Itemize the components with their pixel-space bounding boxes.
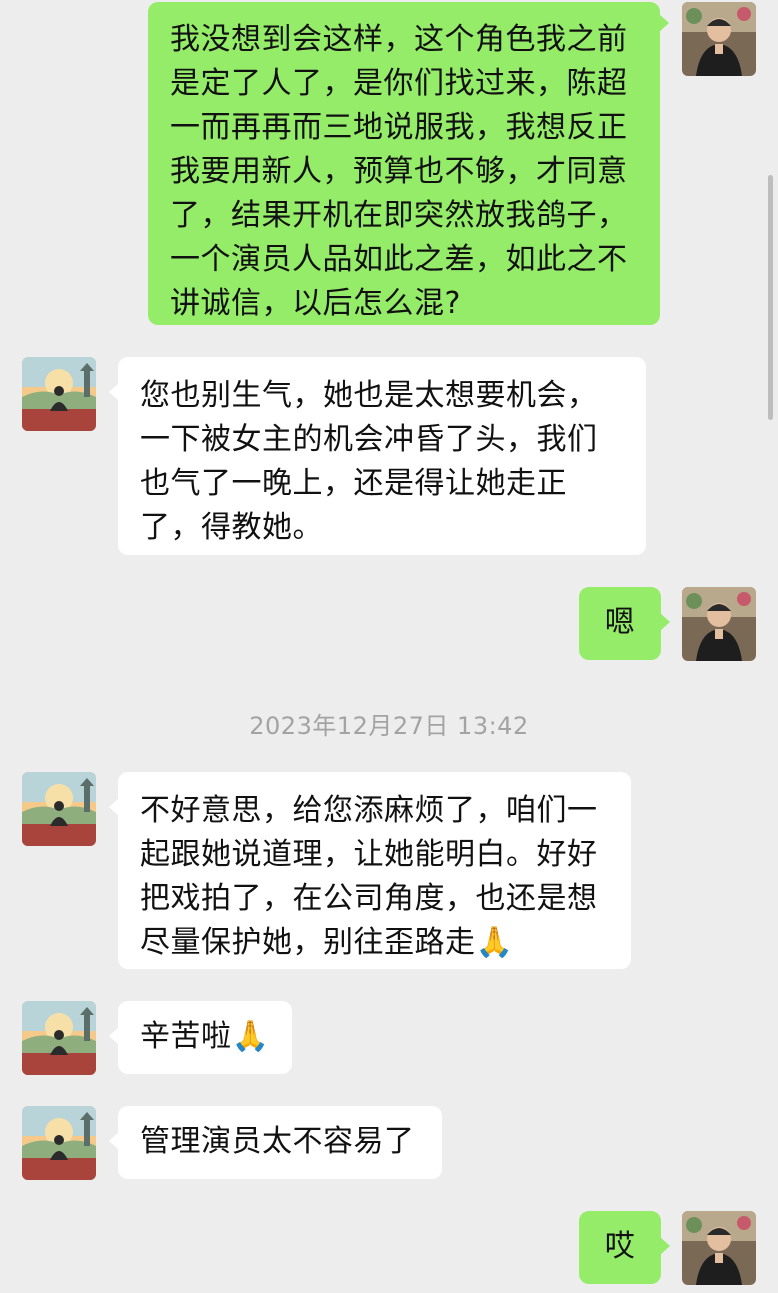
message-text: 哎 <box>604 1229 636 1264</box>
man-avatar-icon <box>682 587 756 661</box>
message-bubble-received[interactable]: 辛苦啦🙏 <box>109 1001 292 1074</box>
contact-avatar[interactable] <box>22 1001 96 1075</box>
message-text: 嗯 <box>604 605 636 640</box>
man-avatar-icon <box>682 1211 756 1285</box>
man-avatar-icon <box>682 2 756 76</box>
meditation-avatar-icon <box>22 357 96 431</box>
meditation-avatar-icon <box>22 1001 96 1075</box>
message-bubble-sent[interactable]: 我没想到会这样，这个角色我之前是定了人了，是你们找过来，陈超一而再再而三地说服我… <box>148 2 669 325</box>
message-bubble-received[interactable]: 管理演员太不容易了 <box>109 1106 442 1179</box>
message-text: 不好意思，给您添麻烦了，咱们一起跟她说道理，让她能明白。好好把戏拍了，在公司角度… <box>140 793 598 960</box>
message-text: 辛苦啦🙏 <box>140 1019 270 1054</box>
scrollbar[interactable] <box>768 175 773 420</box>
message-timestamp: 2023年12月27日 13:42 <box>249 712 529 740</box>
message-bubble-sent[interactable]: 哎 <box>579 1211 670 1284</box>
contact-avatar[interactable] <box>22 1106 96 1180</box>
contact-avatar[interactable] <box>22 772 96 846</box>
message-text: 您也别生气，她也是太想要机会，一下被女主的机会冲昏了头，我们也气了一晚上，还是得… <box>140 378 598 545</box>
message-bubble-received[interactable]: 您也别生气，她也是太想要机会，一下被女主的机会冲昏了头，我们也气了一晚上，还是得… <box>109 357 646 555</box>
my-avatar[interactable] <box>682 587 756 661</box>
meditation-avatar-icon <box>22 772 96 846</box>
my-avatar[interactable] <box>682 2 756 76</box>
message-bubble-sent[interactable]: 嗯 <box>579 587 670 660</box>
message-bubble-received[interactable]: 不好意思，给您添麻烦了，咱们一起跟她说道理，让她能明白。好好把戏拍了，在公司角度… <box>109 772 631 969</box>
my-avatar[interactable] <box>682 1211 756 1285</box>
chat-area: 我没想到会这样，这个角色我之前是定了人了，是你们找过来，陈超一而再再而三地说服我… <box>0 0 778 1293</box>
meditation-avatar-icon <box>22 1106 96 1180</box>
message-text: 我没想到会这样，这个角色我之前是定了人了，是你们找过来，陈超一而再再而三地说服我… <box>170 22 628 321</box>
contact-avatar[interactable] <box>22 357 96 431</box>
message-text: 管理演员太不容易了 <box>140 1124 415 1159</box>
